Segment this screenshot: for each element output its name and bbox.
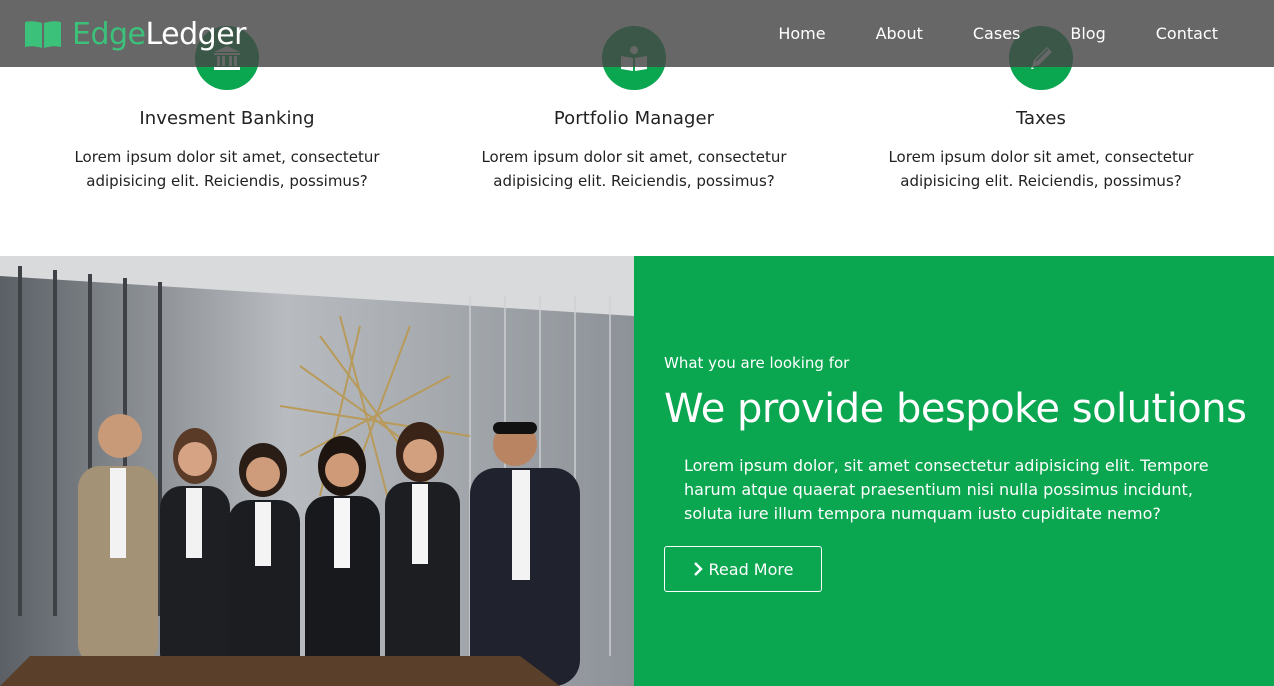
- nav-contact[interactable]: Contact: [1156, 24, 1218, 43]
- service-title: Portfolio Manager: [553, 108, 715, 129]
- nav-blog[interactable]: Blog: [1070, 24, 1105, 43]
- nav-cases[interactable]: Cases: [973, 24, 1021, 43]
- read-more-label: Read More: [708, 559, 794, 579]
- logo[interactable]: EdgeLedger: [24, 12, 247, 56]
- logo-text: EdgeLedger: [72, 16, 247, 52]
- read-more-button[interactable]: Read More: [664, 546, 822, 592]
- site-header: EdgeLedger Home About Cases Blog Contact: [0, 0, 1274, 67]
- feature-eyebrow: What you are looking for: [664, 354, 850, 372]
- feature-panel: What you are looking for We provide besp…: [634, 256, 1274, 686]
- chevron-right-icon: [693, 562, 703, 576]
- open-book-icon: [25, 21, 61, 48]
- team-photo: [0, 256, 634, 686]
- service-title: Taxes: [1015, 108, 1067, 129]
- service-title: Invesment Banking: [139, 108, 315, 129]
- nav-about[interactable]: About: [876, 24, 923, 43]
- feature-headline: We provide bespoke solutions: [664, 386, 1247, 432]
- main-nav: Home About Cases Blog Contact: [728, 0, 1218, 67]
- nav-home[interactable]: Home: [778, 24, 825, 43]
- feature-body: Lorem ipsum dolor, sit amet consectetur …: [684, 456, 1209, 523]
- service-description: Lorem ipsum dolor sit amet, consectetur …: [888, 148, 1194, 190]
- service-description: Lorem ipsum dolor sit amet, consectetur …: [74, 148, 380, 190]
- service-description: Lorem ipsum dolor sit amet, consectetur …: [481, 148, 787, 190]
